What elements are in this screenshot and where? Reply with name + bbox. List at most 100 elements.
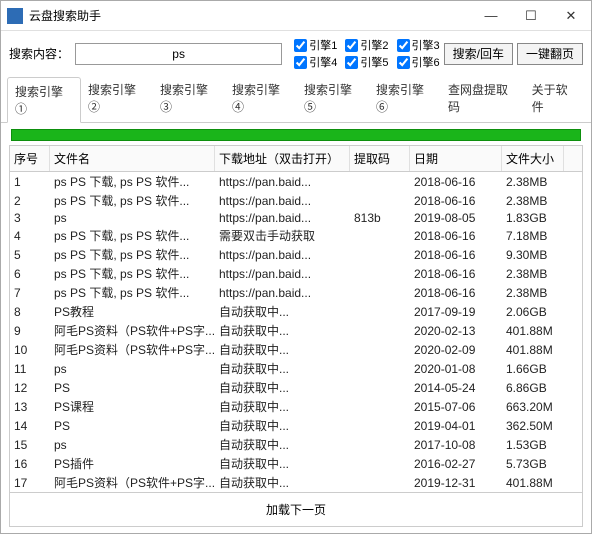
cell-name: PS <box>50 380 215 396</box>
cell-name: ps PS 下载, ps PS 软件... <box>50 245 215 264</box>
cell-size: 401.88M <box>502 475 564 491</box>
cell-url: 自动获取中... <box>215 435 350 454</box>
cell-url: 自动获取中... <box>215 397 350 416</box>
table-row[interactable]: 4ps PS 下载, ps PS 软件...需要双击手动获取2018-06-16… <box>10 226 582 245</box>
tab-extract-code[interactable]: 查网盘提取码 <box>441 76 525 122</box>
cell-url: 自动获取中... <box>215 378 350 397</box>
engine-4-checkbox[interactable]: 引擎4 <box>294 54 337 70</box>
table-row[interactable]: 16PS插件自动获取中...2016-02-275.73GB <box>10 454 582 473</box>
cell-date: 2017-09-19 <box>410 304 502 320</box>
cell-code <box>350 463 410 465</box>
cell-date: 2018-06-16 <box>410 247 502 263</box>
tab-engine-5[interactable]: 搜索引擎⑤ <box>297 76 369 122</box>
search-label: 搜索内容： <box>9 45 69 62</box>
cell-name: ps PS 下载, ps PS 软件... <box>50 172 215 191</box>
table-row[interactable]: 5ps PS 下载, ps PS 软件...https://pan.baid..… <box>10 245 582 264</box>
maximize-button[interactable]: ☐ <box>511 1 551 31</box>
cell-code <box>350 387 410 389</box>
cell-n: 1 <box>10 174 50 190</box>
cell-name: ps PS 下载, ps PS 软件... <box>50 226 215 245</box>
titlebar: 云盘搜索助手 ― ☐ ✕ <box>1 1 591 31</box>
tab-engine-6[interactable]: 搜索引擎⑥ <box>369 76 441 122</box>
cell-code <box>350 349 410 351</box>
table-row[interactable]: 9阿毛PS资料（PS软件+PS字...自动获取中...2020-02-13401… <box>10 321 582 340</box>
progress-bar <box>11 129 581 141</box>
col-date[interactable]: 日期 <box>410 146 502 171</box>
cell-size: 1.83GB <box>502 210 564 226</box>
cell-n: 16 <box>10 456 50 472</box>
load-more-button[interactable]: 加载下一页 <box>9 493 583 527</box>
page-button[interactable]: 一键翻页 <box>517 43 583 65</box>
table-row[interactable]: 14PS自动获取中...2019-04-01362.50M <box>10 416 582 435</box>
cell-size: 7.18MB <box>502 228 564 244</box>
col-index[interactable]: 序号 <box>10 146 50 171</box>
table-row[interactable]: 13PS课程自动获取中...2015-07-06663.20M <box>10 397 582 416</box>
cell-code <box>350 200 410 202</box>
table-row[interactable]: 7ps PS 下载, ps PS 软件...https://pan.baid..… <box>10 283 582 302</box>
cell-size: 2.38MB <box>502 285 564 301</box>
table-row[interactable]: 10阿毛PS资料（PS软件+PS字...自动获取中...2020-02-0940… <box>10 340 582 359</box>
cell-code <box>350 254 410 256</box>
app-window: 云盘搜索助手 ― ☐ ✕ 搜索内容： 引擎1 引擎2 引擎3 引擎4 引擎5 引… <box>0 0 592 534</box>
engine-5-checkbox[interactable]: 引擎5 <box>345 54 388 70</box>
table-body[interactable]: 1ps PS 下载, ps PS 软件...https://pan.baid..… <box>10 172 582 492</box>
tab-engine-1[interactable]: 搜索引擎① <box>7 77 81 123</box>
col-size[interactable]: 文件大小 <box>502 146 564 171</box>
cell-code <box>350 482 410 484</box>
cell-url: https://pan.baid... <box>215 210 350 226</box>
cell-date: 2017-10-08 <box>410 437 502 453</box>
search-input[interactable] <box>75 43 282 65</box>
col-url[interactable]: 下载地址（双击打开） <box>215 146 350 171</box>
cell-name: PS插件 <box>50 454 215 473</box>
minimize-button[interactable]: ― <box>471 1 511 31</box>
cell-code <box>350 425 410 427</box>
table-row[interactable]: 1ps PS 下载, ps PS 软件...https://pan.baid..… <box>10 172 582 191</box>
cell-url: https://pan.baid... <box>215 266 350 282</box>
cell-name: 阿毛PS资料（PS软件+PS字... <box>50 473 215 492</box>
results-table: 序号 文件名 下载地址（双击打开） 提取码 日期 文件大小 1ps PS 下载,… <box>9 145 583 493</box>
tab-engine-4[interactable]: 搜索引擎④ <box>225 76 297 122</box>
cell-url: 自动获取中... <box>215 359 350 378</box>
cell-date: 2018-06-16 <box>410 285 502 301</box>
cell-name: ps PS 下载, ps PS 软件... <box>50 283 215 302</box>
table-row[interactable]: 6ps PS 下载, ps PS 软件...https://pan.baid..… <box>10 264 582 283</box>
cell-code: 813b <box>350 210 410 226</box>
cell-n: 14 <box>10 418 50 434</box>
tab-engine-2[interactable]: 搜索引擎② <box>81 76 153 122</box>
tab-engine-3[interactable]: 搜索引擎③ <box>153 76 225 122</box>
cell-size: 2.38MB <box>502 193 564 209</box>
cell-n: 3 <box>10 210 50 226</box>
engine-6-checkbox[interactable]: 引擎6 <box>397 54 440 70</box>
table-row[interactable]: 11ps自动获取中...2020-01-081.66GB <box>10 359 582 378</box>
close-button[interactable]: ✕ <box>551 1 591 31</box>
cell-n: 5 <box>10 247 50 263</box>
cell-code <box>350 444 410 446</box>
table-row[interactable]: 12PS自动获取中...2014-05-246.86GB <box>10 378 582 397</box>
cell-code <box>350 368 410 370</box>
engine-3-checkbox[interactable]: 引擎3 <box>397 37 440 53</box>
cell-n: 15 <box>10 437 50 453</box>
cell-url: 需要双击手动获取 <box>215 226 350 245</box>
tab-about[interactable]: 关于软件 <box>525 76 585 122</box>
cell-size: 401.88M <box>502 323 564 339</box>
window-title: 云盘搜索助手 <box>29 7 471 24</box>
engine-1-checkbox[interactable]: 引擎1 <box>294 37 337 53</box>
table-row[interactable]: 2ps PS 下载, ps PS 软件...https://pan.baid..… <box>10 191 582 210</box>
cell-date: 2018-06-16 <box>410 266 502 282</box>
cell-url: https://pan.baid... <box>215 247 350 263</box>
cell-code <box>350 292 410 294</box>
table-row[interactable]: 17阿毛PS资料（PS软件+PS字...自动获取中...2019-12-3140… <box>10 473 582 492</box>
cell-name: PS课程 <box>50 397 215 416</box>
table-row[interactable]: 8PS教程自动获取中...2017-09-192.06GB <box>10 302 582 321</box>
cell-size: 663.20M <box>502 399 564 415</box>
engine-2-checkbox[interactable]: 引擎2 <box>345 37 388 53</box>
col-code[interactable]: 提取码 <box>350 146 410 171</box>
cell-url: 自动获取中... <box>215 473 350 492</box>
table-row[interactable]: 3pshttps://pan.baid...813b2019-08-051.83… <box>10 210 582 226</box>
app-icon <box>7 8 23 24</box>
cell-size: 2.06GB <box>502 304 564 320</box>
search-button[interactable]: 搜索/回车 <box>444 43 513 65</box>
col-filename[interactable]: 文件名 <box>50 146 215 171</box>
table-row[interactable]: 15ps自动获取中...2017-10-081.53GB <box>10 435 582 454</box>
tabstrip: 搜索引擎① 搜索引擎② 搜索引擎③ 搜索引擎④ 搜索引擎⑤ 搜索引擎⑥ 查网盘提… <box>1 76 591 123</box>
